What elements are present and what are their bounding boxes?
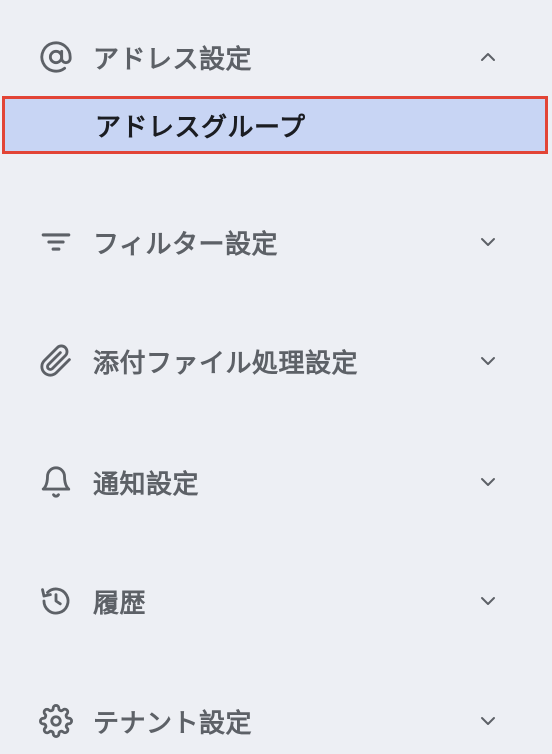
sidebar-section-label: 添付ファイル処理設定 — [93, 348, 359, 379]
sidebar-section-history[interactable]: 履歴 — [0, 569, 552, 633]
paperclip-icon — [38, 343, 74, 379]
sidebar-section-label: フィルター設定 — [93, 229, 278, 260]
sidebar-item-address-group[interactable]: アドレスグループ — [2, 96, 548, 154]
filter-icon — [38, 224, 74, 260]
sidebar-section-label: アドレス設定 — [93, 44, 253, 75]
sidebar-section-attachment-settings[interactable]: 添付ファイル処理設定 — [0, 329, 552, 393]
sidebar-section-tenant-settings[interactable]: テナント設定 — [0, 689, 552, 753]
sidebar-section-address-settings[interactable]: アドレス設定 — [0, 25, 552, 89]
sidebar-section-label: 通知設定 — [93, 469, 200, 500]
chevron-down-icon[interactable] — [474, 468, 502, 496]
chevron-down-icon[interactable] — [474, 707, 502, 735]
sidebar-section-label: 履歴 — [93, 588, 147, 619]
chevron-down-icon[interactable] — [474, 347, 502, 375]
sidebar-section-notification-settings[interactable]: 通知設定 — [0, 450, 552, 514]
sidebar-item-label: アドレスグループ — [95, 112, 306, 143]
history-icon — [38, 583, 74, 619]
chevron-up-icon[interactable] — [474, 43, 502, 71]
chevron-down-icon[interactable] — [474, 228, 502, 256]
chevron-down-icon[interactable] — [474, 587, 502, 615]
sidebar-section-label: テナント設定 — [93, 708, 253, 739]
sidebar-section-filter-settings[interactable]: フィルター設定 — [0, 210, 552, 274]
bell-icon — [38, 464, 74, 500]
sidebar-menu: アドレス設定 アドレスグループ フィルター設定 添付ファイル処理設定 通知設定 … — [0, 0, 552, 754]
at-sign-icon — [38, 39, 74, 75]
gear-icon — [38, 703, 74, 739]
